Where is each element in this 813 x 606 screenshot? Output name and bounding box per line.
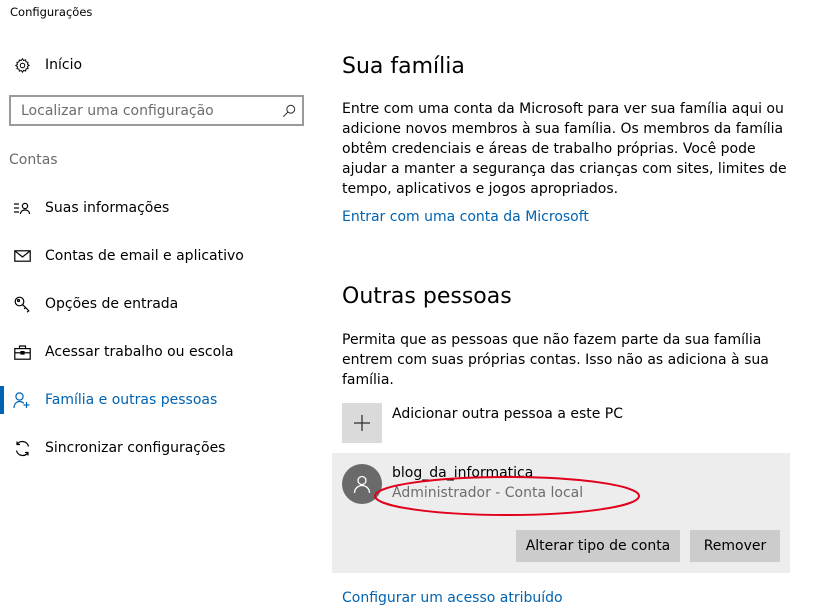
- mail-icon: [12, 246, 32, 266]
- sidebar-item-contas-email[interactable]: Contas de email e aplicativo: [0, 232, 320, 280]
- person-info-icon: [12, 198, 32, 218]
- sidebar-item-label: Opções de entrada: [45, 296, 179, 312]
- gear-icon: [12, 55, 32, 75]
- sidebar-item-sincronizar[interactable]: Sincronizar configurações: [0, 424, 320, 472]
- person-add-icon: [12, 390, 32, 410]
- change-account-type-button[interactable]: Alterar tipo de conta: [516, 530, 680, 562]
- plus-icon: [342, 403, 382, 443]
- section-label-contas: Contas: [9, 152, 58, 168]
- add-person-button[interactable]: Adicionar outra pessoa a este PC: [342, 403, 623, 443]
- home-nav-item[interactable]: Início: [12, 52, 82, 78]
- search-box: [9, 95, 304, 126]
- sidebar-item-label: Suas informações: [45, 200, 170, 216]
- sidebar-item-opcoes-entrada[interactable]: Opções de entrada: [0, 280, 320, 328]
- user-name: blog_da_informatica: [392, 465, 534, 481]
- sidebar-item-label: Família e outras pessoas: [45, 392, 218, 408]
- add-person-label: Adicionar outra pessoa a este PC: [392, 406, 624, 422]
- others-description: Permita que as pessoas que não fazem par…: [342, 332, 769, 388]
- user-role: Administrador - Conta local: [392, 485, 584, 501]
- remove-button[interactable]: Remover: [690, 530, 780, 562]
- microsoft-signin-link[interactable]: Entrar com uma conta da Microsoft: [342, 209, 589, 225]
- sidebar-item-trabalho-escola[interactable]: Acessar trabalho ou escola: [0, 328, 320, 376]
- briefcase-icon: [12, 342, 32, 362]
- sidebar-nav: Suas informações Contas de email e aplic…: [0, 184, 320, 472]
- user-avatar-icon: [342, 464, 382, 504]
- family-section-title: Sua família: [342, 54, 465, 79]
- assigned-access-link[interactable]: Configurar um acesso atribuído: [342, 590, 563, 606]
- user-account-card[interactable]: blog_da_informatica Administrador - Cont…: [332, 453, 790, 573]
- window-title: Configurações: [10, 5, 93, 19]
- sidebar-item-label: Sincronizar configurações: [45, 440, 226, 456]
- sync-icon: [12, 438, 32, 458]
- key-icon: [12, 294, 32, 314]
- sidebar-item-label: Contas de email e aplicativo: [45, 248, 244, 264]
- others-section-title: Outras pessoas: [342, 284, 512, 309]
- family-description: Entre com uma conta da Microsoft para ve…: [342, 101, 787, 197]
- home-label: Início: [45, 57, 83, 73]
- sidebar-item-label: Acessar trabalho ou escola: [45, 344, 234, 360]
- sidebar-item-suas-informacoes[interactable]: Suas informações: [0, 184, 320, 232]
- search-icon[interactable]: [276, 104, 302, 118]
- sidebar-item-familia[interactable]: Família e outras pessoas: [0, 376, 320, 424]
- search-input[interactable]: [11, 97, 276, 124]
